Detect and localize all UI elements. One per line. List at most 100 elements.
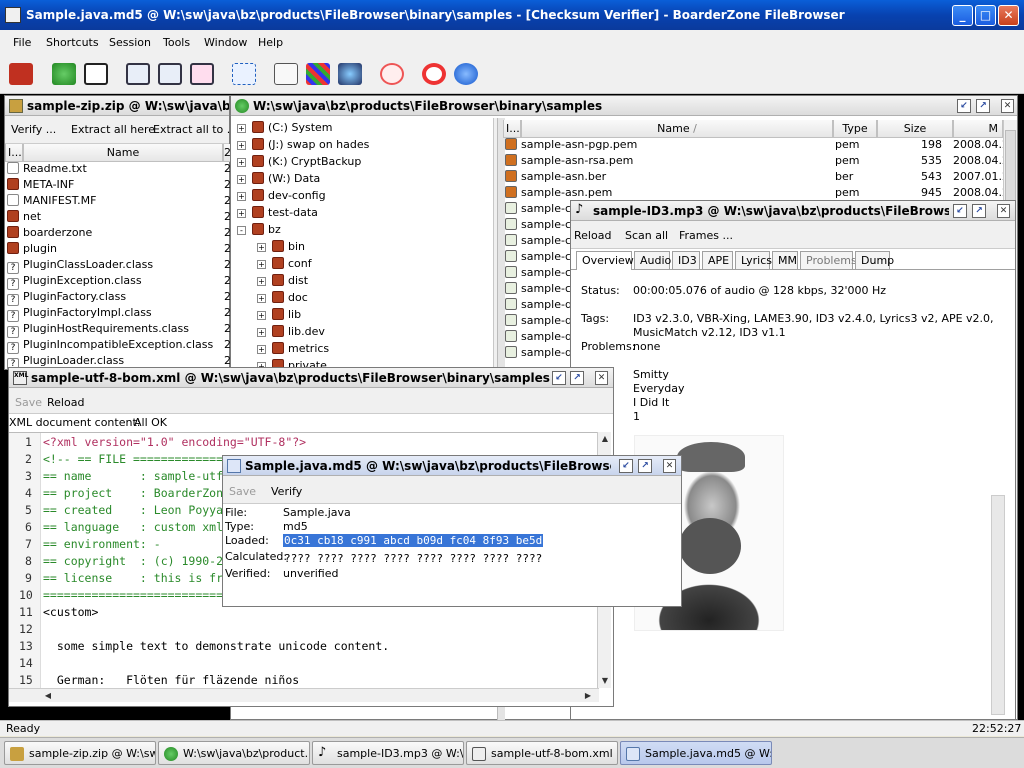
scroll-up-arrow[interactable]: ▲ xyxy=(598,432,612,446)
palette-icon[interactable] xyxy=(306,63,330,85)
reload-button[interactable]: Reload xyxy=(574,229,611,242)
browser-icon[interactable] xyxy=(338,63,362,85)
tab-dump[interactable]: Dump xyxy=(855,251,894,269)
tab-audio[interactable]: Audio xyxy=(634,251,671,269)
expand-icon[interactable]: + xyxy=(257,277,266,286)
file-col-modified[interactable]: M xyxy=(953,120,1003,138)
tree-node[interactable]: + doc xyxy=(257,291,308,307)
file-col-i[interactable]: I... xyxy=(503,120,521,138)
tree-node[interactable]: + (W:) Data xyxy=(237,172,320,188)
file-row[interactable]: sample-asn-pgp.pem xyxy=(505,138,831,154)
tree-node[interactable]: + lib xyxy=(257,308,301,324)
minimize-button[interactable]: _ xyxy=(952,5,973,26)
maximize-icon[interactable]: ↗ xyxy=(972,204,986,218)
tree-node[interactable]: + test-data xyxy=(237,206,318,222)
scroll-right-arrow[interactable]: ▶ xyxy=(581,689,595,703)
maximize-icon[interactable]: ↗ xyxy=(976,99,990,113)
expand-icon[interactable]: + xyxy=(257,294,266,303)
tree-node[interactable]: + metrics xyxy=(257,342,329,358)
frames-button[interactable]: Frames ... xyxy=(679,229,733,242)
tree-node[interactable]: + conf xyxy=(257,257,312,273)
list-item[interactable]: ? PluginClassLoader.class xyxy=(7,258,227,274)
list-item[interactable]: boarderzone xyxy=(7,226,227,242)
maximize-button[interactable]: □ xyxy=(975,5,996,26)
expand-icon[interactable]: + xyxy=(237,141,246,150)
zip-col-i[interactable]: I... xyxy=(5,144,23,162)
md5-window-header[interactable]: Sample.java.md5 @ W:\sw\java\bz\products… xyxy=(223,456,681,476)
loaded-checksum[interactable]: 0c31 cb18 c991 abcd b09d fc04 8f93 be5d xyxy=(283,534,544,547)
save-button[interactable]: Save xyxy=(229,485,256,498)
scroll-left-arrow[interactable]: ◀ xyxy=(41,689,55,703)
menu-tools[interactable]: Tools xyxy=(163,36,190,49)
tab-ape[interactable]: APE xyxy=(702,251,733,269)
cascade-icon[interactable] xyxy=(126,63,150,85)
extract-here-button[interactable]: Extract all here xyxy=(71,123,155,136)
zip-col-name[interactable]: Name xyxy=(23,144,223,162)
id3-window-header[interactable]: ♪ sample-ID3.mp3 @ W:\sw\java\bz\product… xyxy=(571,201,1015,221)
tab-mm[interactable]: MM xyxy=(772,251,798,269)
file-col-name[interactable]: Name / xyxy=(521,120,833,138)
list-item[interactable]: META-INF xyxy=(7,178,227,194)
restore-icon[interactable]: ↙ xyxy=(957,99,971,113)
id3-side-scrollbar[interactable] xyxy=(991,495,1005,715)
file-row[interactable]: sample-asn-rsa.pem xyxy=(505,154,831,170)
tree-node[interactable]: + (J:) swap on hades xyxy=(237,138,369,154)
close-icon[interactable]: ✕ xyxy=(595,371,608,385)
list-item[interactable]: MANIFEST.MF xyxy=(7,194,227,210)
scroll-down-arrow[interactable]: ▼ xyxy=(598,674,612,688)
expand-icon[interactable]: + xyxy=(237,124,246,133)
menu-shortcuts[interactable]: Shortcuts xyxy=(46,36,99,49)
list-item[interactable]: plugin xyxy=(7,242,227,258)
expand-icon[interactable]: + xyxy=(237,209,246,218)
extract-to-button[interactable]: Extract all to ... xyxy=(153,123,237,136)
expand-icon[interactable]: + xyxy=(257,243,266,252)
minimize-all-icon[interactable] xyxy=(190,63,214,85)
save-button[interactable]: Save xyxy=(15,396,42,409)
close-icon[interactable]: ✕ xyxy=(997,204,1010,218)
menu-file[interactable]: File xyxy=(13,36,31,49)
menu-help[interactable]: Help xyxy=(258,36,283,49)
verify-button[interactable]: Verify ... xyxy=(11,123,56,136)
list-item[interactable]: ? PluginFactory.class xyxy=(7,290,227,306)
maximize-icon[interactable]: ↗ xyxy=(638,459,652,473)
tab-lyrics[interactable]: Lyrics xyxy=(735,251,772,269)
tab-overview[interactable]: Overview xyxy=(576,251,634,270)
task-zip[interactable]: sample-zip.zip @ W:\sw... xyxy=(4,741,156,765)
edit-icon[interactable] xyxy=(274,63,298,85)
list-item[interactable]: ? PluginIncompatibleException.class xyxy=(7,338,227,354)
expand-icon[interactable]: + xyxy=(257,345,266,354)
tab-problems[interactable]: Problems xyxy=(800,251,857,269)
tile-icon[interactable] xyxy=(158,63,182,85)
list-item[interactable]: net xyxy=(7,210,227,226)
main-title-bar[interactable]: Sample.java.md5 @ W:\sw\java\bz\products… xyxy=(0,0,1024,30)
list-item[interactable]: ? PluginException.class xyxy=(7,274,227,290)
menu-session[interactable]: Session xyxy=(109,36,151,49)
info-icon[interactable] xyxy=(454,63,478,85)
help-lifebuoy-icon[interactable] xyxy=(422,63,446,85)
close-button[interactable]: ✕ xyxy=(998,5,1019,26)
reload-button[interactable]: Reload xyxy=(47,396,84,409)
list-item[interactable]: ? PluginFactoryImpl.class xyxy=(7,306,227,322)
zip-window-header[interactable]: sample-zip.zip @ W:\sw\java\bz\products\… xyxy=(5,96,229,116)
maximize-icon[interactable]: ↗ xyxy=(570,371,584,385)
xml-hscrollbar[interactable]: ◀ ▶ xyxy=(9,688,599,702)
tree-node[interactable]: - bz xyxy=(237,223,281,239)
power-icon[interactable] xyxy=(380,63,404,85)
tree-icon[interactable] xyxy=(52,63,76,85)
tree-node[interactable]: + lib.dev xyxy=(257,325,325,341)
file-row[interactable]: sample-asn.ber xyxy=(505,170,831,186)
close-icon[interactable]: ✕ xyxy=(1001,99,1014,113)
expand-icon[interactable]: + xyxy=(237,175,246,184)
menu-window[interactable]: Window xyxy=(204,36,247,49)
expand-icon[interactable]: + xyxy=(257,311,266,320)
xml-window-header[interactable]: XML sample-utf-8-bom.xml @ W:\sw\java\bz… xyxy=(9,368,613,388)
verify-button[interactable]: Verify xyxy=(271,485,302,498)
browser-window-header[interactable]: W:\sw\java\bz\products\FileBrowser\binar… xyxy=(231,96,1017,116)
tree-node[interactable]: + (C:) System xyxy=(237,121,333,137)
arrange-icon[interactable] xyxy=(232,63,256,85)
exit-icon[interactable] xyxy=(9,63,33,85)
tree-node[interactable]: + dev-config xyxy=(237,189,326,205)
close-icon[interactable]: ✕ xyxy=(663,459,676,473)
new-window-icon[interactable] xyxy=(84,63,108,85)
tree-node[interactable]: + bin xyxy=(257,240,305,256)
